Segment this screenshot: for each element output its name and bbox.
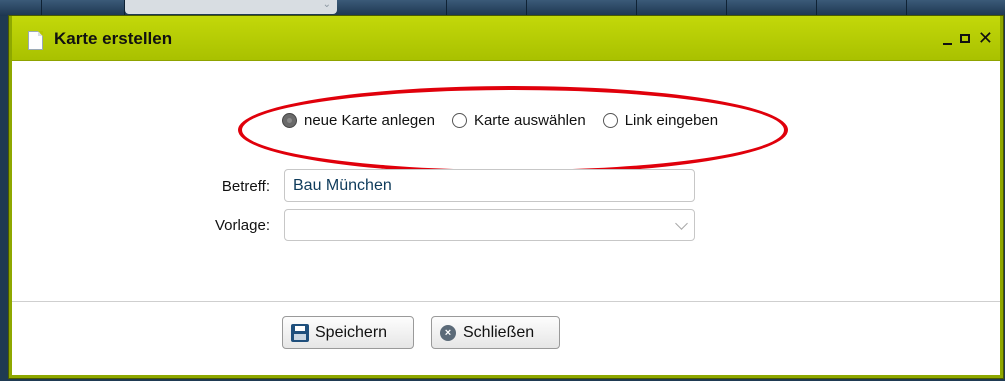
- template-select[interactable]: [284, 209, 695, 241]
- close-circle-icon: ×: [440, 324, 456, 341]
- document-icon: [28, 31, 43, 50]
- annotation-ellipse: [238, 86, 788, 174]
- close-button-label: Schließen: [463, 323, 535, 341]
- footer-divider: [12, 301, 1000, 302]
- window-controls: ✕: [940, 29, 994, 48]
- dialog-title: Karte erstellen: [54, 29, 173, 48]
- subject-input[interactable]: Bau München: [284, 169, 695, 202]
- save-button-label: Speichern: [315, 323, 388, 341]
- chevron-down-icon: [675, 217, 688, 230]
- background-toolbar: ⌄: [0, 0, 1005, 16]
- minimize-icon[interactable]: [942, 43, 952, 45]
- subject-label: Betreff:: [221, 178, 270, 195]
- close-button[interactable]: × Schließen: [431, 316, 560, 349]
- maximize-icon[interactable]: [959, 34, 970, 43]
- template-label: Vorlage:: [214, 217, 270, 234]
- floppy-disk-icon: [291, 323, 309, 342]
- create-card-dialog: Karte erstellen ✕ neue Karte anlegen Kar…: [9, 16, 1003, 378]
- dialog-titlebar[interactable]: Karte erstellen ✕: [12, 16, 1000, 61]
- background-dropdown: ⌄: [125, 0, 337, 14]
- close-icon[interactable]: ✕: [978, 29, 994, 47]
- save-button[interactable]: Speichern: [282, 316, 414, 349]
